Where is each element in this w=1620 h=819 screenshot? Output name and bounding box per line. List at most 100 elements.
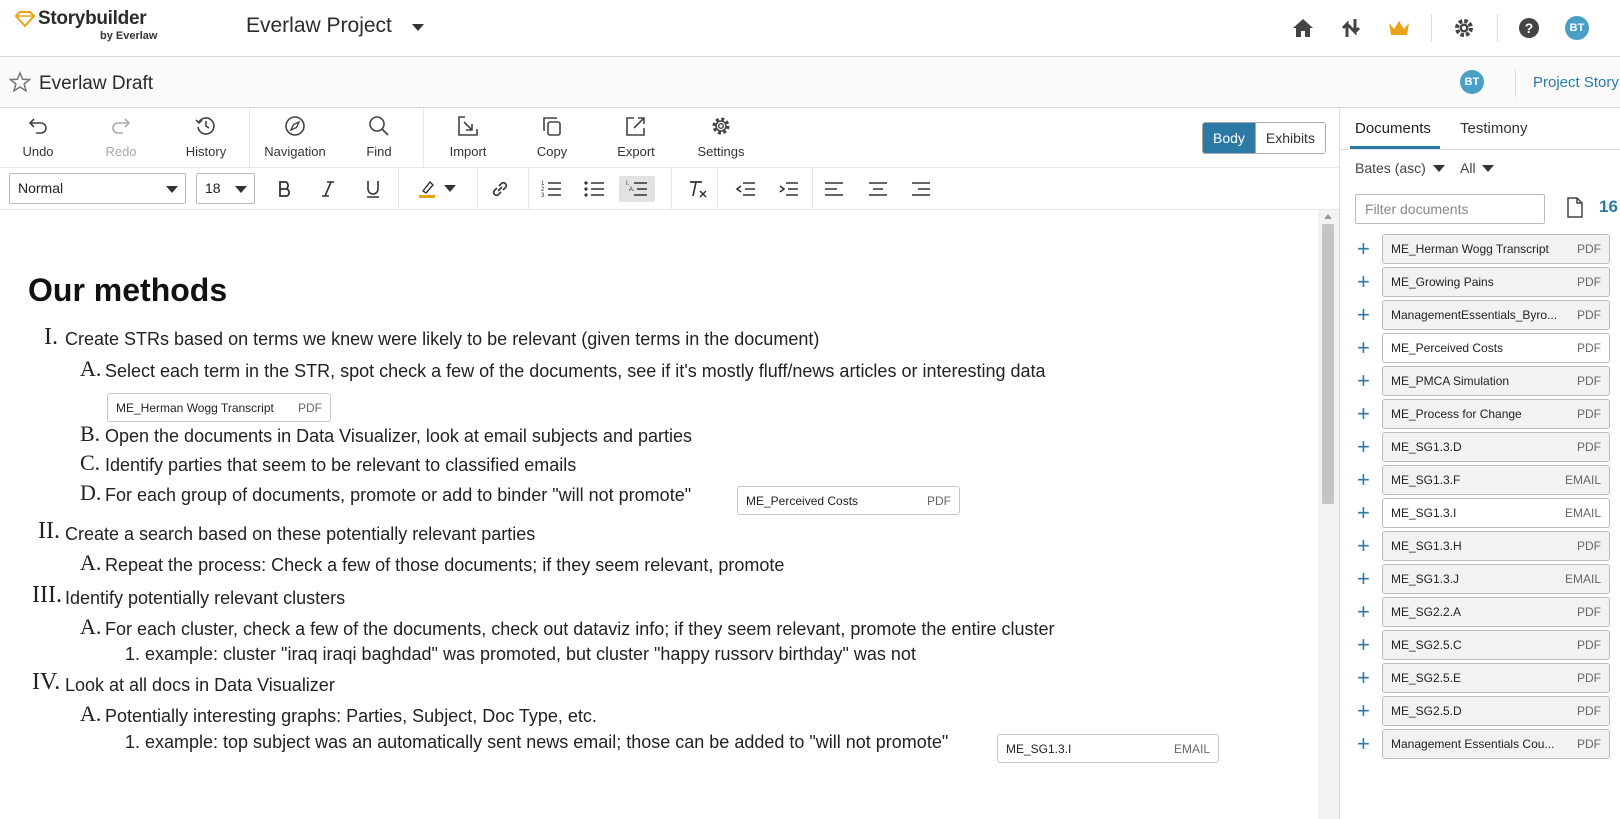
document-list-item[interactable]: + ME_SG2.5.D PDF [1340,696,1620,726]
add-document-icon[interactable]: + [1357,469,1370,491]
project-dropdown-icon[interactable] [411,17,425,37]
outdent-icon[interactable] [731,176,759,202]
star-icon[interactable] [9,71,31,93]
add-document-icon[interactable]: + [1357,667,1370,689]
document-list-chip[interactable]: ME_PMCA Simulation PDF [1382,366,1610,396]
document-list-chip[interactable]: ME_SG2.5.D PDF [1382,696,1610,726]
document-list-item[interactable]: + ME_Process for Change PDF [1340,399,1620,429]
document-list-chip[interactable]: ManagementEssentials_Byro... PDF [1382,300,1610,330]
storybuilder-logo[interactable]: Storybuilder by Everlaw [14,8,164,48]
document-list-chip[interactable]: ME_SG1.3.F EMAIL [1382,465,1610,495]
help-icon[interactable]: ? [1516,15,1542,41]
exhibits-view-button[interactable]: Exhibits [1254,123,1325,153]
document-chip[interactable]: ME_Perceived Costs PDF [737,486,960,515]
indent-icon[interactable] [774,176,802,202]
document-list-item[interactable]: + ME_SG1.3.F EMAIL [1340,465,1620,495]
align-right-icon[interactable] [907,176,935,202]
collaborator-avatar[interactable]: BT [1460,70,1484,94]
document-list-chip[interactable]: ME_SG2.2.A PDF [1382,597,1610,627]
scroll-up-icon[interactable] [1324,214,1332,219]
document-list-item[interactable]: + ME_SG2.5.E PDF [1340,663,1620,693]
document-list-item[interactable]: + ME_SG1.3.J EMAIL [1340,564,1620,594]
document-list-item[interactable]: + ManagementEssentials_Byro... PDF [1340,300,1620,330]
project-story-link[interactable]: Project Story [1533,74,1619,91]
import-button[interactable]: Import [447,114,489,164]
add-document-icon[interactable]: + [1357,337,1370,359]
align-left-icon[interactable] [820,176,848,202]
clear-formatting-icon[interactable] [684,176,712,202]
paragraph-style-select[interactable]: Normal [9,173,186,204]
bold-icon[interactable] [271,176,299,202]
history-button[interactable]: History [183,114,229,164]
add-document-icon[interactable]: + [1357,634,1370,656]
underline-icon[interactable] [359,176,387,202]
tab-testimony[interactable]: Testimony [1460,120,1528,137]
add-document-icon[interactable]: + [1357,304,1370,326]
add-document-icon[interactable]: + [1357,502,1370,524]
document-list-item[interactable]: + Management Essentials Cou... PDF [1340,729,1620,759]
add-document-icon[interactable]: + [1357,535,1370,557]
sort-dropdown[interactable]: Bates (asc) [1355,160,1445,176]
redo-button[interactable]: Redo [103,114,139,164]
document-list-item[interactable]: + ME_SG1.3.H PDF [1340,531,1620,561]
document-list-item[interactable]: + ME_SG1.3.D PDF [1340,432,1620,462]
project-name[interactable]: Everlaw Project [246,14,392,38]
add-document-icon[interactable]: + [1357,436,1370,458]
document-list-chip[interactable]: ME_SG1.3.I EMAIL [1382,498,1610,528]
link-icon[interactable] [486,176,514,202]
document-chip[interactable]: ME_Herman Wogg Transcript PDF [107,393,331,422]
tab-documents[interactable]: Documents [1355,120,1431,137]
home-icon[interactable] [1290,15,1316,41]
document-list-item[interactable]: + ME_SG2.5.C PDF [1340,630,1620,660]
settings-button[interactable]: Settings [697,114,745,164]
document-list-item[interactable]: + ME_Herman Wogg Transcript PDF [1340,234,1620,264]
export-button[interactable]: Export [617,114,655,164]
font-size-select[interactable]: 18 [196,173,255,204]
scrollbar-thumb[interactable] [1322,224,1334,504]
document-list-chip[interactable]: ME_SG2.5.C PDF [1382,630,1610,660]
crown-icon[interactable] [1386,15,1412,41]
document-list-chip[interactable]: ME_Herman Wogg Transcript PDF [1382,234,1610,264]
document-list-chip[interactable]: ME_Process for Change PDF [1382,399,1610,429]
add-document-icon[interactable]: + [1357,238,1370,260]
highlight-icon[interactable] [413,176,441,202]
document-list-chip[interactable]: Management Essentials Cou... PDF [1382,729,1610,759]
add-document-icon[interactable]: + [1357,700,1370,722]
type-filter-dropdown[interactable]: All [1460,160,1495,176]
document-list-chip[interactable]: ME_SG1.3.J EMAIL [1382,564,1610,594]
outline-list-icon[interactable]: I. A. [619,176,655,202]
add-document-icon[interactable]: + [1357,568,1370,590]
add-document-icon[interactable]: + [1357,601,1370,623]
document-list-item[interactable]: + ME_Growing Pains PDF [1340,267,1620,297]
find-button[interactable]: Find [364,114,394,164]
add-document-icon[interactable]: + [1357,370,1370,392]
document-list-item[interactable]: + ME_Perceived Costs PDF [1340,333,1620,363]
document-body[interactable]: Our methods I. Create STRs based on term… [0,210,1318,819]
highlight-color-dropdown[interactable] [441,176,459,202]
document-list-chip[interactable]: ME_SG1.3.D PDF [1382,432,1610,462]
bullet-list-icon[interactable] [580,176,608,202]
document-list-item[interactable]: + ME_SG1.3.I EMAIL [1340,498,1620,528]
document-list-item[interactable]: + ME_SG2.2.A PDF [1340,597,1620,627]
numbered-list-icon[interactable]: 123 [537,176,565,202]
user-avatar[interactable]: BT [1565,16,1589,40]
document-chip[interactable]: ME_SG1.3.I EMAIL [997,734,1219,763]
undo-button[interactable]: Undo [20,114,56,164]
add-document-icon[interactable]: + [1357,271,1370,293]
italic-icon[interactable] [314,176,342,202]
document-list-chip[interactable]: ME_Perceived Costs PDF [1382,333,1610,363]
add-document-icon[interactable]: + [1357,403,1370,425]
document-list-chip[interactable]: ME_Growing Pains PDF [1382,267,1610,297]
document-list-item[interactable]: + ME_PMCA Simulation PDF [1340,366,1620,396]
gear-icon[interactable] [1451,15,1477,41]
document-list-chip[interactable]: ME_SG1.3.H PDF [1382,531,1610,561]
body-view-button[interactable]: Body [1203,123,1255,153]
align-center-icon[interactable] [864,176,892,202]
transfer-icon[interactable] [1338,15,1364,41]
filter-documents-input[interactable]: Filter documents [1355,194,1545,224]
editor-scrollbar[interactable] [1318,210,1339,819]
document-list-chip[interactable]: ME_SG2.5.E PDF [1382,663,1610,693]
copy-button[interactable]: Copy [537,114,567,164]
add-document-icon[interactable]: + [1357,733,1370,755]
navigation-button[interactable]: Navigation [262,114,328,164]
